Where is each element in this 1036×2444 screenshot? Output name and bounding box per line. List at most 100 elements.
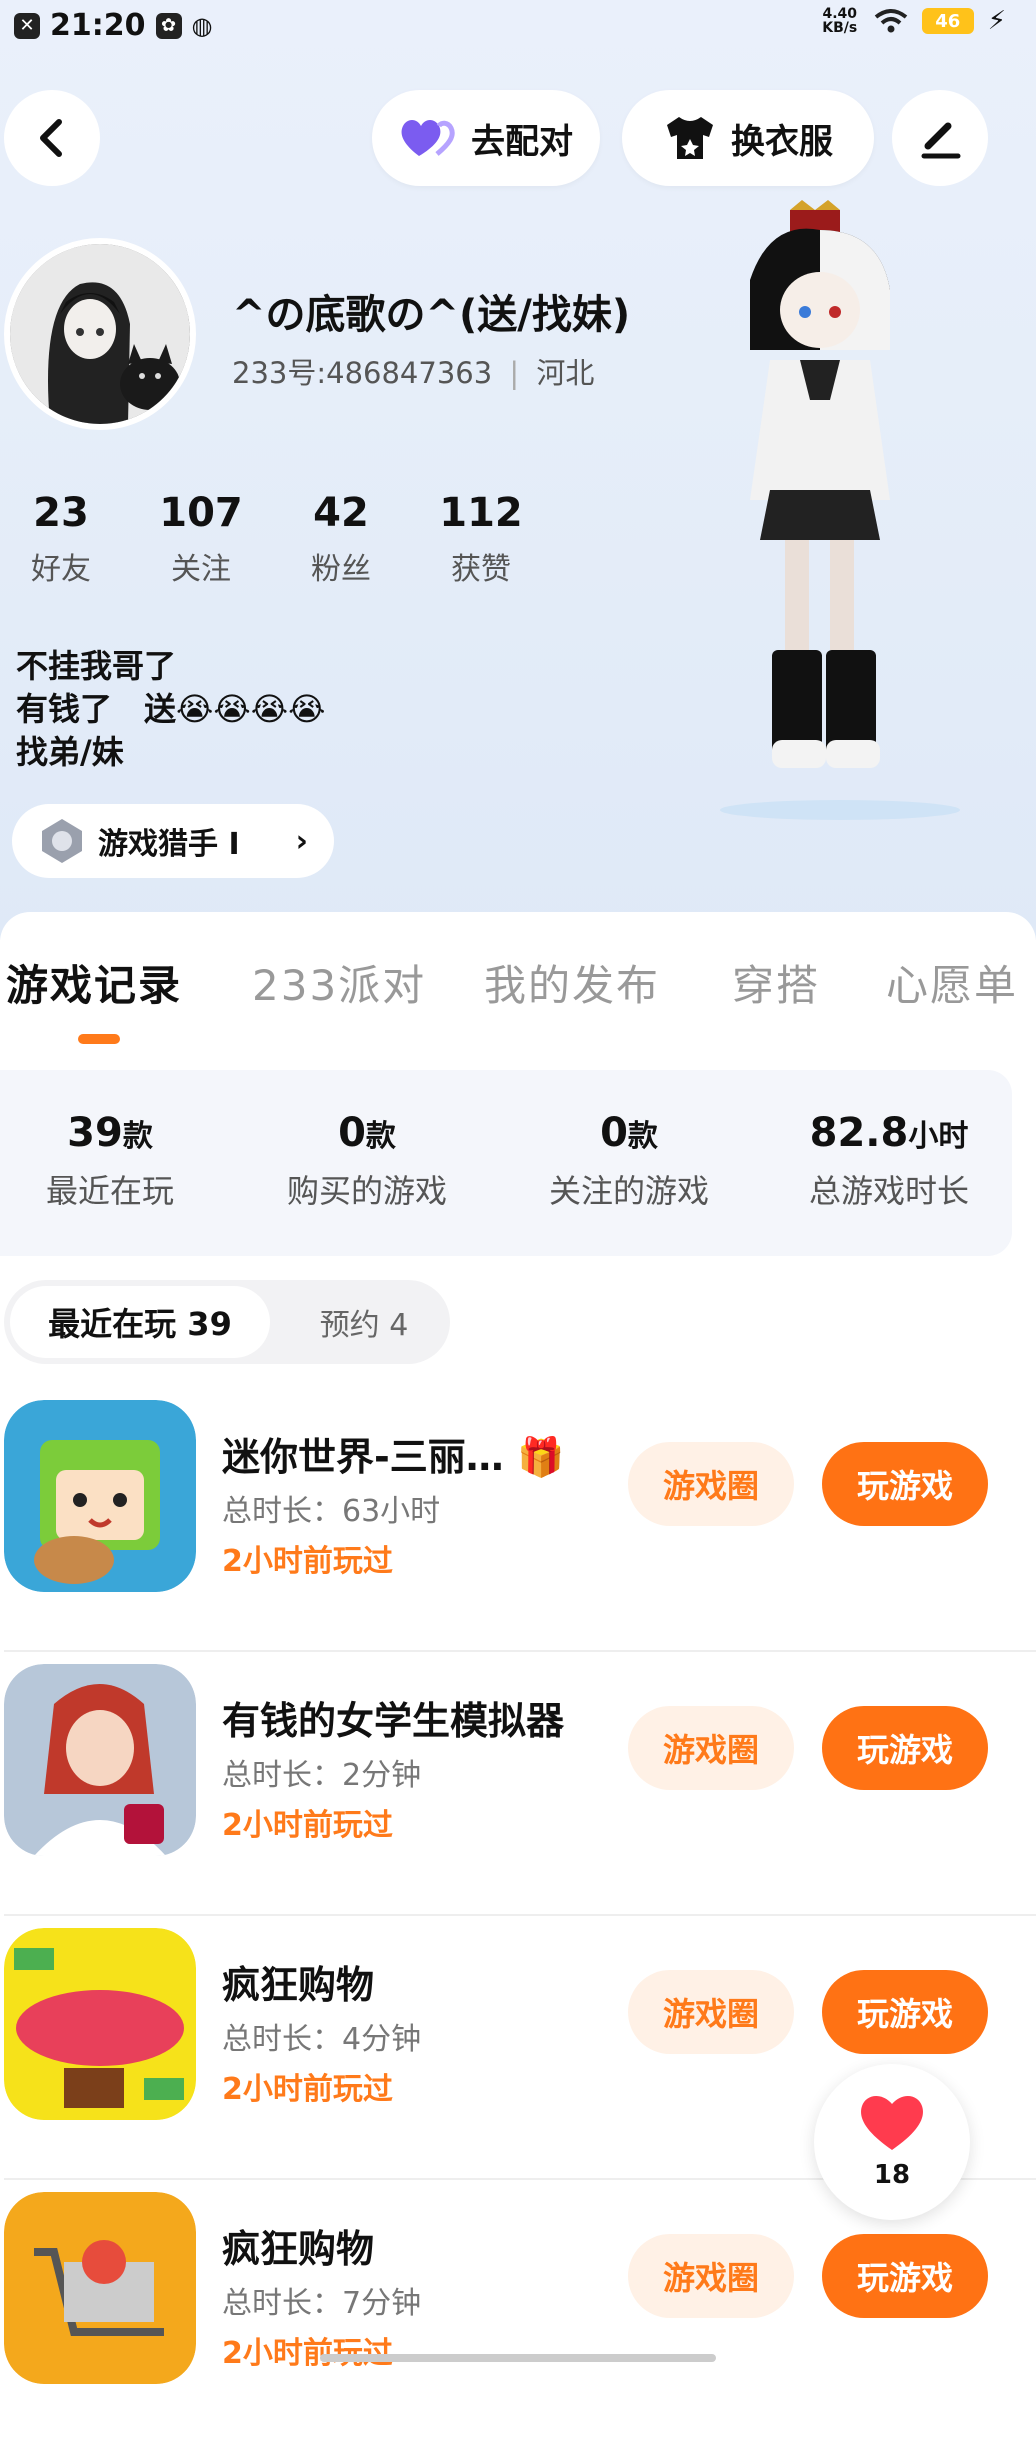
- edit-profile-button[interactable]: [892, 90, 988, 186]
- stat-label: 粉丝: [311, 552, 371, 587]
- stat-label: 获赞: [451, 552, 511, 587]
- charging-icon: ⚡: [987, 6, 1006, 36]
- id-divider: |: [509, 356, 520, 390]
- user-name: ^の底歌の^(送/找妹): [232, 292, 631, 338]
- stat-following[interactable]: 107 关注: [156, 490, 246, 588]
- stat-value: 112: [439, 490, 523, 536]
- profile-tabs: 游戏记录 233派对 我的发布 穿搭 心愿单: [0, 912, 1036, 1062]
- game-title: 有钱的女学生模拟器: [222, 1699, 565, 1743]
- game-icon-shopping-cart: [4, 2192, 196, 2384]
- status-bar: ✕ 21:20 ✿ ◍ 4.40 KB/s 46 ⚡: [0, 0, 1036, 56]
- outfit-button[interactable]: 换衣服: [622, 90, 874, 186]
- game-duration: 总时长：4分钟: [222, 2022, 422, 2057]
- summary-label: 最近在玩: [45, 1172, 174, 1210]
- home-indicator[interactable]: [320, 2354, 716, 2362]
- tab-game-records[interactable]: 游戏记录: [6, 952, 182, 1013]
- app-notification-icon: ✿: [155, 12, 182, 39]
- game-icon-crazy-shopping: [4, 1928, 196, 2120]
- stat-friends[interactable]: 23 好友: [16, 490, 106, 588]
- tshirt-icon: [667, 117, 713, 159]
- play-game-button[interactable]: 玩游戏: [822, 2234, 988, 2318]
- segment-reserved[interactable]: 预约 4: [294, 1286, 434, 1358]
- summary-value: 0: [338, 1110, 366, 1156]
- summary-unit: 款: [122, 1119, 153, 1154]
- heart-icon: [861, 2095, 923, 2150]
- game-icon-rich-schoolgirl: [4, 1664, 196, 1856]
- bio-line: 不挂我哥了: [16, 647, 177, 685]
- game-duration: 总时长：7分钟: [222, 2286, 422, 2321]
- bio-line: 有钱了 送😭😭😭😭: [16, 690, 326, 728]
- summary-value: 0: [600, 1110, 628, 1156]
- game-row[interactable]: 疯狂购物 总时长：7分钟 2小时前玩过 游戏圈 玩游戏: [0, 2180, 1036, 2444]
- play-game-button[interactable]: 玩游戏: [822, 1706, 988, 1790]
- achievement-badge[interactable]: 游戏猎手 Ⅰ ›: [12, 804, 334, 878]
- user-location: 河北: [536, 356, 595, 390]
- game-last-played: 2小时前玩过: [222, 2072, 393, 2107]
- summary-value: 39: [67, 1110, 123, 1156]
- wifi-icon: [874, 9, 907, 33]
- summary-label: 总游戏时长: [808, 1172, 969, 1210]
- game-last-played: 2小时前玩过: [222, 2336, 393, 2371]
- app-notification-icon-2: ◍: [191, 11, 213, 40]
- tab-outfits[interactable]: 穿搭: [732, 952, 820, 1013]
- outfit-label: 换衣服: [731, 121, 833, 162]
- game-row[interactable]: 有钱的女学生模拟器 总时长：2分钟 2小时前玩过 游戏圈 玩游戏: [0, 1652, 1036, 1916]
- tab-my-posts[interactable]: 我的发布: [484, 952, 660, 1013]
- play-game-button[interactable]: 玩游戏: [822, 1442, 988, 1526]
- game-filter-segment: 最近在玩 39 预约 4: [4, 1280, 450, 1364]
- stat-value: 23: [33, 490, 89, 536]
- stat-label: 关注: [171, 552, 231, 587]
- game-row[interactable]: 迷你世界-三丽… 🎁 总时长：63小时 2小时前玩过 游戏圈 玩游戏: [0, 1388, 1036, 1652]
- user-id: 233号:486847363: [232, 356, 493, 390]
- summary-unit: 款: [627, 1119, 658, 1154]
- game-last-played: 2小时前玩过: [222, 1544, 393, 1579]
- game-icon-mini-world: [4, 1400, 196, 1592]
- back-button[interactable]: [4, 90, 100, 186]
- bio: 不挂我哥了 有钱了 送😭😭😭😭 找弟/妹: [16, 645, 326, 774]
- active-tab-indicator: [78, 1034, 120, 1044]
- summary-total-time[interactable]: 82.8小时总游戏时长: [786, 1110, 992, 1212]
- tab-wishlist[interactable]: 心愿单: [886, 952, 1018, 1013]
- like-floating-button[interactable]: 18: [814, 2064, 970, 2220]
- game-circle-button[interactable]: 游戏圈: [628, 1706, 794, 1790]
- hunter-badge-icon: [42, 819, 82, 863]
- game-title-text: 迷你世界-三丽…: [222, 1435, 504, 1479]
- game-circle-button[interactable]: 游戏圈: [628, 1442, 794, 1526]
- stat-value: 42: [313, 490, 369, 536]
- summary-followed[interactable]: 0款关注的游戏: [534, 1110, 724, 1212]
- game-summary: 39款 最近在玩 0款 购买的游戏 0款 关注的游戏 82.8小时 总游戏时长: [0, 1070, 1012, 1256]
- stat-followers[interactable]: 42 粉丝: [296, 490, 386, 588]
- segment-recent[interactable]: 最近在玩 39: [10, 1286, 270, 1358]
- stat-label: 好友: [31, 552, 91, 587]
- bio-line: 找弟/妹: [16, 733, 124, 771]
- summary-unit: 小时: [908, 1119, 969, 1154]
- close-notification-icon: ✕: [14, 12, 40, 39]
- character-avatar[interactable]: [690, 200, 960, 820]
- clock: 21:20: [50, 8, 146, 43]
- game-circle-button[interactable]: 游戏圈: [628, 1970, 794, 2054]
- game-last-played: 2小时前玩过: [222, 1808, 393, 1843]
- summary-label: 购买的游戏: [286, 1172, 447, 1210]
- like-count: 18: [873, 2160, 911, 2190]
- net-speed: 4.40 KB/s: [822, 6, 858, 36]
- badge-label: 游戏猎手 Ⅰ: [98, 827, 240, 862]
- game-duration: 总时长：63小时: [222, 1494, 441, 1529]
- play-game-button[interactable]: 玩游戏: [822, 1970, 988, 2054]
- summary-recent[interactable]: 39款最近在玩: [30, 1110, 190, 1212]
- user-id-line: 233号:486847363 | 河北: [232, 350, 594, 392]
- match-label: 去配对: [471, 121, 573, 162]
- summary-purchased[interactable]: 0款购买的游戏: [272, 1110, 462, 1212]
- avatar-illustration: [10, 244, 190, 424]
- summary-value: 82.8: [809, 1110, 909, 1156]
- tab-233-party[interactable]: 233派对: [252, 952, 426, 1013]
- summary-unit: 款: [365, 1119, 396, 1154]
- chevron-right-icon: ›: [295, 823, 308, 859]
- game-title: 疯狂购物: [222, 1963, 375, 2007]
- edit-icon: [921, 122, 961, 159]
- stat-likes[interactable]: 112 获赞: [436, 490, 526, 588]
- match-button[interactable]: 去配对: [372, 90, 600, 186]
- game-circle-button[interactable]: 游戏圈: [628, 2234, 794, 2318]
- avatar[interactable]: [4, 238, 196, 430]
- game-title: 迷你世界-三丽… 🎁: [222, 1426, 564, 1481]
- summary-label: 关注的游戏: [548, 1172, 709, 1210]
